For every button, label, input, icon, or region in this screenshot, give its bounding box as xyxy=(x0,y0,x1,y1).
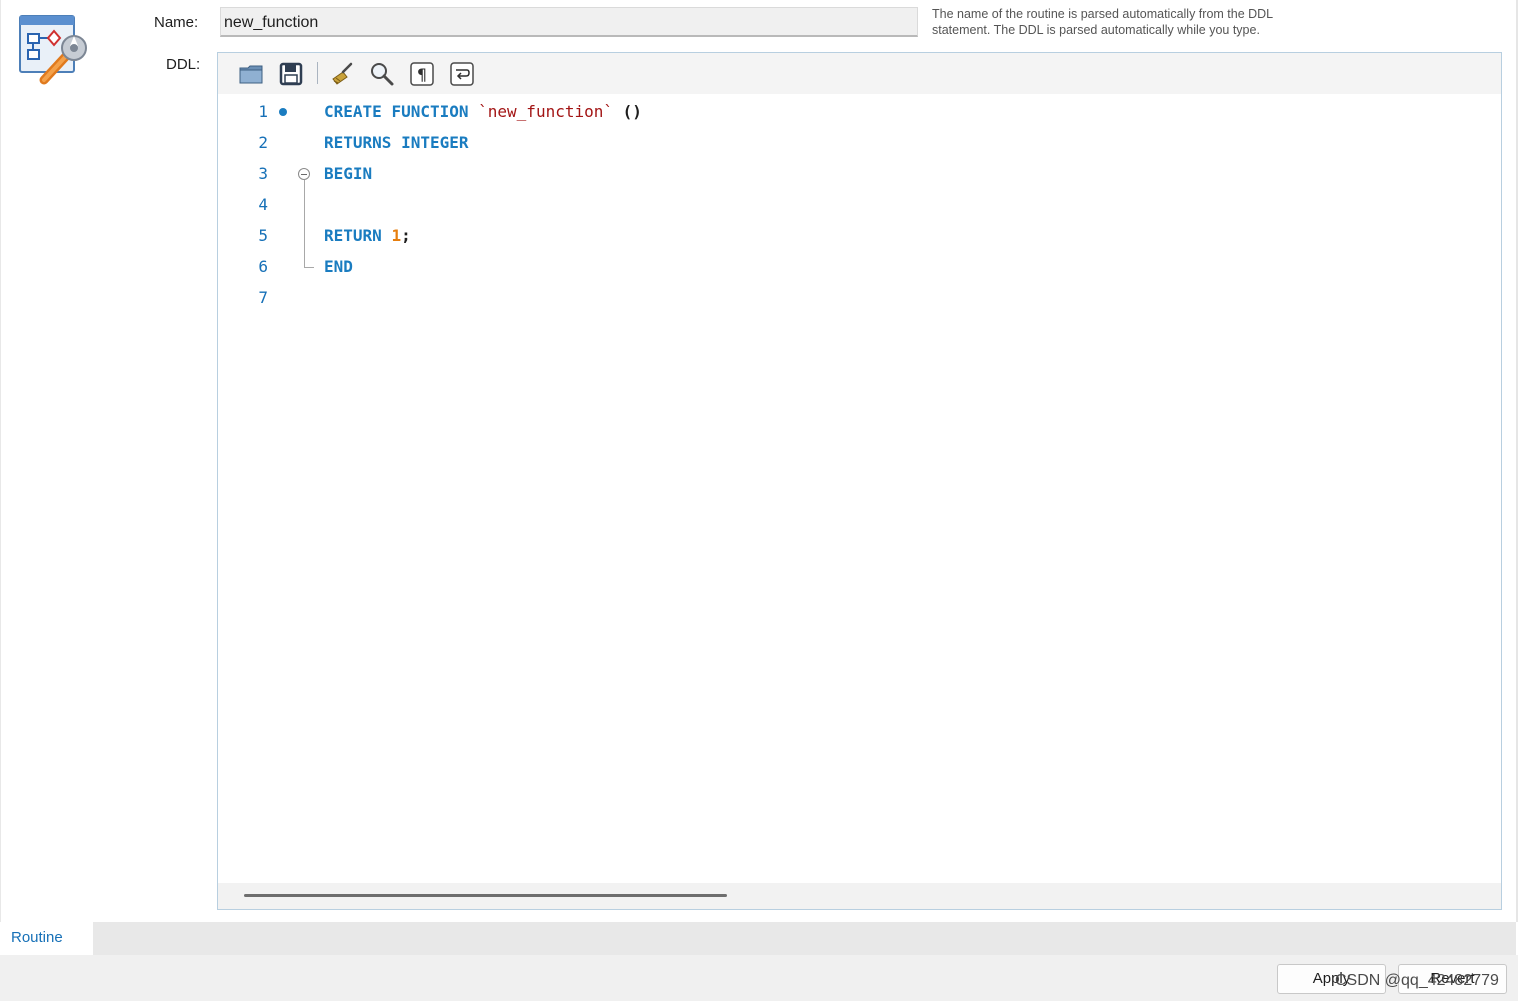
code-text: RETURN 1; xyxy=(324,220,411,251)
routine-icon xyxy=(18,14,90,88)
name-label: Name: xyxy=(154,14,199,31)
name-hint-line-1: The name of the routine is parsed automa… xyxy=(932,7,1274,21)
line-number: 7 xyxy=(258,288,268,307)
toolbar-separator xyxy=(317,62,318,84)
fold-collapse-icon[interactable] xyxy=(298,168,310,180)
sql-keyword: CREATE xyxy=(324,102,382,121)
code-line[interactable]: 3 BEGIN xyxy=(218,158,1501,189)
sql-number: 1 xyxy=(391,226,402,245)
apply-button[interactable]: Apply xyxy=(1277,964,1386,994)
scrollbar-thumb[interactable] xyxy=(244,894,727,897)
code-line[interactable]: 4 xyxy=(218,189,1501,220)
code-text: END xyxy=(324,251,353,282)
code-area[interactable]: 1 CREATE FUNCTION `new_function` () 2 RETUR… xyxy=(218,94,1501,883)
code-line[interactable]: 2 RETURNS INTEGER xyxy=(218,127,1501,158)
code-line[interactable]: 7 xyxy=(218,282,1501,313)
code-text: RETURNS INTEGER xyxy=(324,127,469,158)
routine-editor-panel: Name: The name of the routine is parsed … xyxy=(0,0,1518,922)
bottom-tab-bar: Routine xyxy=(0,922,1516,955)
sql-token: ; xyxy=(401,226,411,245)
fold-end-marker xyxy=(304,258,314,268)
code-line[interactable]: 5 RETURN 1; xyxy=(218,220,1501,251)
line-number: 2 xyxy=(258,133,268,152)
code-text: CREATE FUNCTION `new_function` () xyxy=(324,96,642,127)
sql-keyword: RETURNS xyxy=(324,133,392,152)
svg-text:¶: ¶ xyxy=(417,65,427,84)
name-hint-line-2: statement. The DDL is parsed automatical… xyxy=(932,23,1260,37)
sql-keyword: RETURN xyxy=(324,226,382,245)
save-icon[interactable] xyxy=(278,61,304,87)
routine-name-input[interactable] xyxy=(220,7,918,37)
tab-routine[interactable]: Routine xyxy=(0,922,93,955)
revert-button[interactable]: Revert xyxy=(1398,964,1507,994)
line-number: 6 xyxy=(258,257,268,276)
beautify-icon[interactable] xyxy=(329,61,355,87)
sql-keyword: BEGIN xyxy=(324,164,373,183)
code-text: BEGIN xyxy=(324,158,372,189)
sql-keyword: FUNCTION xyxy=(391,102,469,121)
sql-keyword: END xyxy=(324,257,353,276)
sql-token: () xyxy=(622,102,642,121)
name-hint: The name of the routine is parsed automa… xyxy=(932,6,1352,38)
ddl-editor[interactable]: ¶ 1 CREATE FUNCTION `new_function` () 2 RET… xyxy=(217,52,1502,910)
word-wrap-icon[interactable] xyxy=(449,61,475,87)
sql-keyword: INTEGER xyxy=(401,133,469,152)
horizontal-scrollbar[interactable] xyxy=(218,883,1501,909)
line-number: 4 xyxy=(258,195,268,214)
line-number: 1 xyxy=(258,102,268,121)
fold-guide-line xyxy=(304,180,305,267)
editor-toolbar: ¶ xyxy=(218,53,1501,94)
line-number: 5 xyxy=(258,226,268,245)
find-icon[interactable] xyxy=(369,61,395,87)
footer-bar: Apply Revert xyxy=(0,955,1518,1001)
ddl-label: DDL: xyxy=(166,56,201,73)
open-file-icon[interactable] xyxy=(238,61,264,87)
code-line[interactable]: 6 END xyxy=(218,251,1501,282)
panel-left-border xyxy=(0,0,1,922)
code-line[interactable]: 1 CREATE FUNCTION `new_function` () xyxy=(218,96,1501,127)
line-number: 3 xyxy=(258,164,268,183)
show-invisibles-icon[interactable]: ¶ xyxy=(409,61,435,87)
sql-identifier: `new_function` xyxy=(478,102,613,121)
bookmark-dot-icon[interactable] xyxy=(279,108,287,116)
